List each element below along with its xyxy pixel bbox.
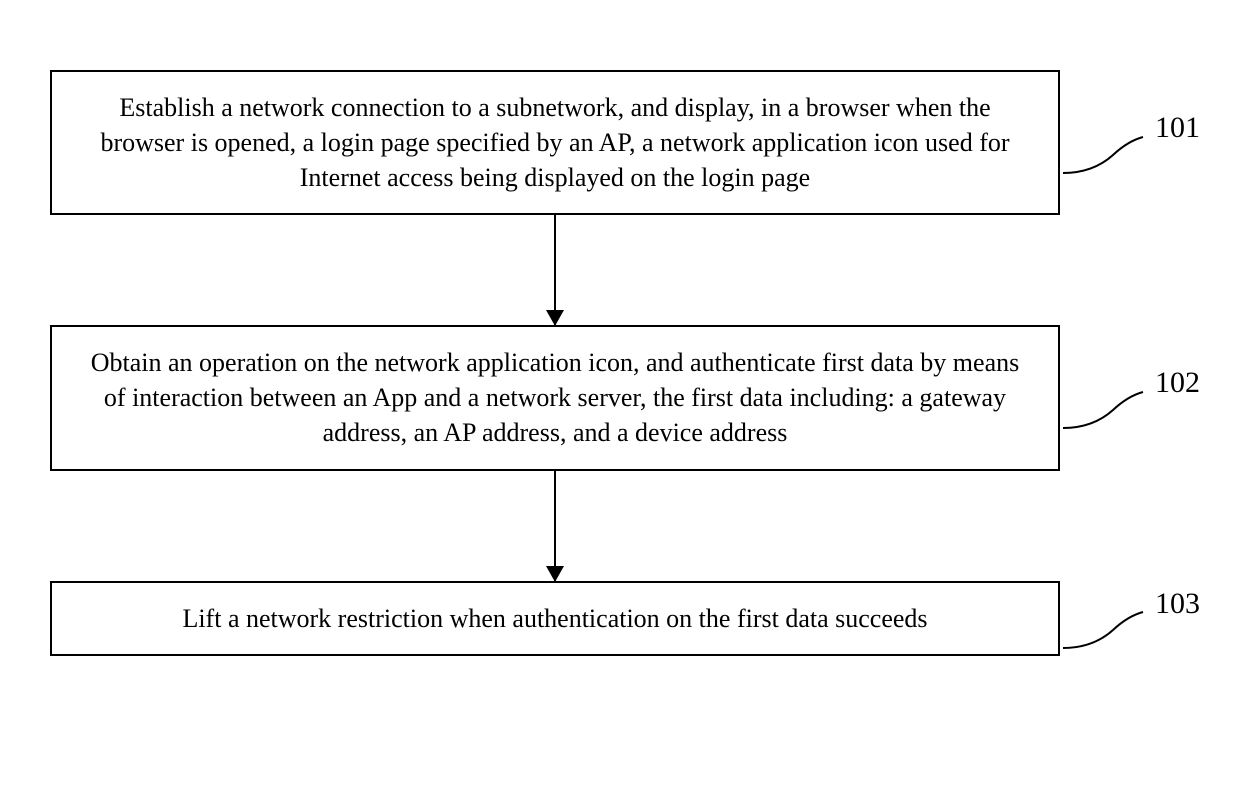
flowchart: Establish a network connection to a subn… [50, 70, 1190, 656]
step-102-callout: 102 [1063, 368, 1188, 428]
step-102-label: 102 [1155, 363, 1200, 404]
step-102-box: Obtain an operation on the network appli… [50, 325, 1060, 470]
callout-line-icon [1063, 392, 1143, 428]
arrow-101-to-102 [50, 215, 1060, 325]
step-103-box: Lift a network restriction when authenti… [50, 581, 1060, 656]
step-101-callout: 101 [1063, 113, 1188, 173]
step-103-label: 103 [1155, 584, 1200, 625]
callout-line-icon [1063, 137, 1143, 173]
step-101-label: 101 [1155, 108, 1200, 149]
callout-line-icon [1063, 612, 1143, 648]
step-102-text: Obtain an operation on the network appli… [82, 345, 1028, 450]
arrow-down-icon [554, 215, 556, 325]
arrow-down-icon [554, 471, 556, 581]
step-101-text: Establish a network connection to a subn… [82, 90, 1028, 195]
step-103-callout: 103 [1063, 588, 1188, 648]
step-103-text: Lift a network restriction when authenti… [182, 601, 927, 636]
step-101-box: Establish a network connection to a subn… [50, 70, 1060, 215]
arrow-102-to-103 [50, 471, 1060, 581]
